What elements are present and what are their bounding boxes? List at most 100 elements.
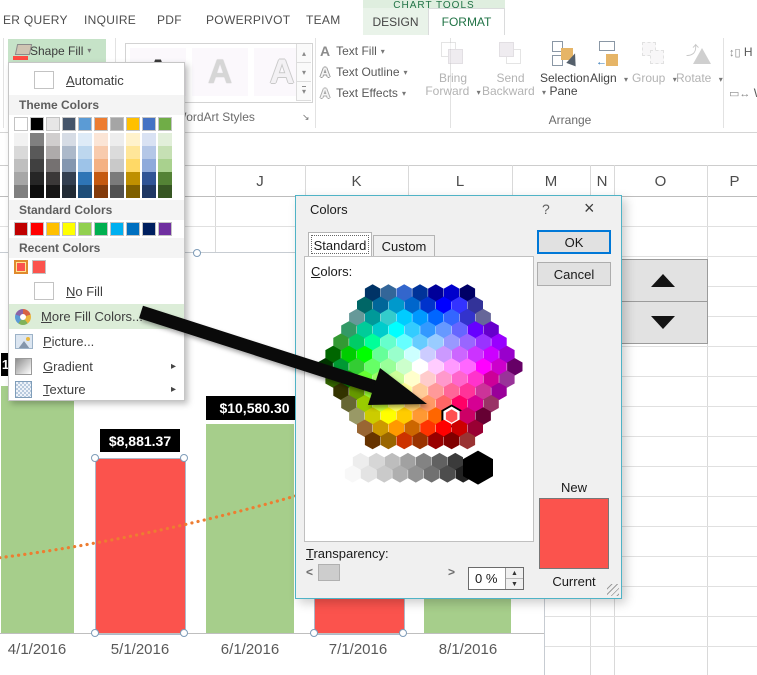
theme-color-swatch[interactable] bbox=[14, 117, 28, 131]
theme-color-swatch[interactable] bbox=[126, 117, 140, 131]
ribbon-tab-inquire[interactable]: INQUIRE bbox=[84, 13, 136, 27]
theme-shade-swatch[interactable] bbox=[14, 159, 28, 172]
theme-shade-swatch[interactable] bbox=[78, 146, 92, 159]
bar-selection-handle[interactable] bbox=[399, 629, 407, 637]
bar-selection-handle[interactable] bbox=[91, 454, 99, 462]
sheet-spin-up-button[interactable] bbox=[618, 259, 708, 302]
theme-shade-swatch[interactable] bbox=[62, 172, 76, 185]
menu-item-automatic[interactable]: Automatic bbox=[9, 67, 184, 93]
standard-color-swatch[interactable] bbox=[110, 222, 124, 236]
theme-shade-swatch[interactable] bbox=[94, 185, 108, 198]
wordart-style-tile[interactable]: A bbox=[192, 48, 248, 96]
theme-shade-swatch[interactable] bbox=[158, 133, 172, 146]
size-width-stub[interactable]: ▭↔ W bbox=[729, 86, 757, 100]
ribbon-tab-team[interactable]: TEAM bbox=[306, 13, 341, 27]
theme-shade-swatch[interactable] bbox=[158, 185, 172, 198]
transparency-spinner[interactable]: ▲▼ bbox=[505, 568, 523, 589]
standard-color-swatch[interactable] bbox=[14, 222, 28, 236]
standard-color-swatch[interactable] bbox=[30, 222, 44, 236]
bar-selection-handle[interactable] bbox=[180, 629, 188, 637]
theme-shade-swatch[interactable] bbox=[30, 133, 44, 146]
standard-colors-honeycomb[interactable] bbox=[305, 279, 533, 491]
ribbon-tab-pdf[interactable]: PDF bbox=[157, 13, 182, 27]
help-button[interactable]: ? bbox=[542, 201, 550, 217]
theme-shade-swatch[interactable] bbox=[78, 185, 92, 198]
column-header-M[interactable]: M bbox=[512, 168, 590, 194]
close-button[interactable]: × bbox=[584, 198, 595, 219]
theme-shade-swatch[interactable] bbox=[110, 185, 124, 198]
spinner-up-icon[interactable]: ▲ bbox=[506, 568, 523, 579]
theme-shade-swatch[interactable] bbox=[110, 133, 124, 146]
theme-shade-swatch[interactable] bbox=[126, 172, 140, 185]
chart-top-handle[interactable] bbox=[193, 249, 201, 257]
column-header-N[interactable]: N bbox=[590, 168, 614, 194]
theme-shade-swatch[interactable] bbox=[142, 133, 156, 146]
theme-shade-swatch[interactable] bbox=[30, 159, 44, 172]
arrange-selection-pane[interactable]: SelectionPane bbox=[540, 40, 587, 98]
transparency-value-field[interactable]: 0 % ▲▼ bbox=[468, 567, 524, 590]
theme-color-swatch[interactable] bbox=[142, 117, 156, 131]
transparency-slider-thumb[interactable] bbox=[318, 564, 340, 581]
ribbon-tab-design[interactable]: DESIGN bbox=[363, 8, 428, 35]
ok-button[interactable]: OK bbox=[537, 230, 611, 254]
theme-color-swatch[interactable] bbox=[62, 117, 76, 131]
theme-shade-swatch[interactable] bbox=[110, 172, 124, 185]
column-header-O[interactable]: O bbox=[614, 168, 707, 194]
theme-shade-swatch[interactable] bbox=[30, 172, 44, 185]
theme-shade-swatch[interactable] bbox=[94, 159, 108, 172]
standard-color-swatch[interactable] bbox=[158, 222, 172, 236]
menu-item-picture[interactable]: Picture... bbox=[9, 329, 184, 354]
gallery-scroll-up[interactable]: ▴ bbox=[296, 44, 311, 63]
standard-color-swatch[interactable] bbox=[142, 222, 156, 236]
theme-shade-swatch[interactable] bbox=[30, 185, 44, 198]
theme-shade-swatch[interactable] bbox=[126, 133, 140, 146]
cancel-button[interactable]: Cancel bbox=[537, 262, 611, 286]
sheet-spin-down-button[interactable] bbox=[618, 301, 708, 344]
theme-shade-swatch[interactable] bbox=[158, 146, 172, 159]
theme-shade-swatch[interactable] bbox=[30, 146, 44, 159]
theme-shade-swatch[interactable] bbox=[94, 146, 108, 159]
ribbon-tab-format-active[interactable]: FORMAT bbox=[428, 8, 505, 35]
recent-color-swatch[interactable] bbox=[14, 260, 28, 274]
theme-color-swatch[interactable] bbox=[30, 117, 44, 131]
theme-shade-swatch[interactable] bbox=[46, 185, 60, 198]
ribbon-tab-powerpivot[interactable]: POWERPIVOT bbox=[206, 13, 290, 27]
column-header-L[interactable]: L bbox=[408, 168, 512, 194]
standard-color-swatch[interactable] bbox=[46, 222, 60, 236]
theme-shade-swatch[interactable] bbox=[142, 146, 156, 159]
standard-color-swatch[interactable] bbox=[126, 222, 140, 236]
gallery-more-button[interactable]: ▾ bbox=[296, 82, 311, 101]
dialog-title[interactable]: Colors bbox=[310, 202, 348, 217]
bar-selection-handle[interactable] bbox=[91, 629, 99, 637]
theme-shade-swatch[interactable] bbox=[62, 146, 76, 159]
resize-grip[interactable] bbox=[607, 584, 619, 596]
theme-color-swatch[interactable] bbox=[94, 117, 108, 131]
theme-shade-swatch[interactable] bbox=[126, 146, 140, 159]
text-style-text-outline[interactable]: AText Outline▾ bbox=[320, 62, 408, 82]
theme-shade-swatch[interactable] bbox=[158, 159, 172, 172]
theme-color-swatch[interactable] bbox=[78, 117, 92, 131]
menu-item-gradient[interactable]: Gradient ▸ bbox=[9, 354, 184, 378]
column-header-P[interactable]: P bbox=[707, 168, 757, 194]
theme-shade-swatch[interactable] bbox=[62, 185, 76, 198]
theme-shade-swatch[interactable] bbox=[14, 133, 28, 146]
theme-shade-swatch[interactable] bbox=[46, 172, 60, 185]
ribbon-tab-er-query[interactable]: ER QUERY bbox=[3, 13, 68, 27]
theme-color-swatch[interactable] bbox=[46, 117, 60, 131]
bar-selection-handle[interactable] bbox=[310, 629, 318, 637]
standard-color-swatch[interactable] bbox=[62, 222, 76, 236]
tab-custom[interactable]: Custom bbox=[373, 235, 435, 257]
theme-color-swatch[interactable] bbox=[158, 117, 172, 131]
theme-shade-swatch[interactable] bbox=[14, 146, 28, 159]
theme-shade-swatch[interactable] bbox=[158, 172, 172, 185]
size-height-stub[interactable]: ↕▯ H bbox=[729, 45, 753, 59]
column-header-K[interactable]: K bbox=[305, 168, 408, 194]
standard-color-swatch[interactable] bbox=[78, 222, 92, 236]
theme-shade-swatch[interactable] bbox=[46, 133, 60, 146]
theme-shade-swatch[interactable] bbox=[62, 133, 76, 146]
theme-color-swatch[interactable] bbox=[110, 117, 124, 131]
bar-selection-handle[interactable] bbox=[180, 454, 188, 462]
tab-standard[interactable]: Standard bbox=[308, 232, 372, 257]
theme-shade-swatch[interactable] bbox=[142, 185, 156, 198]
theme-shade-swatch[interactable] bbox=[126, 159, 140, 172]
